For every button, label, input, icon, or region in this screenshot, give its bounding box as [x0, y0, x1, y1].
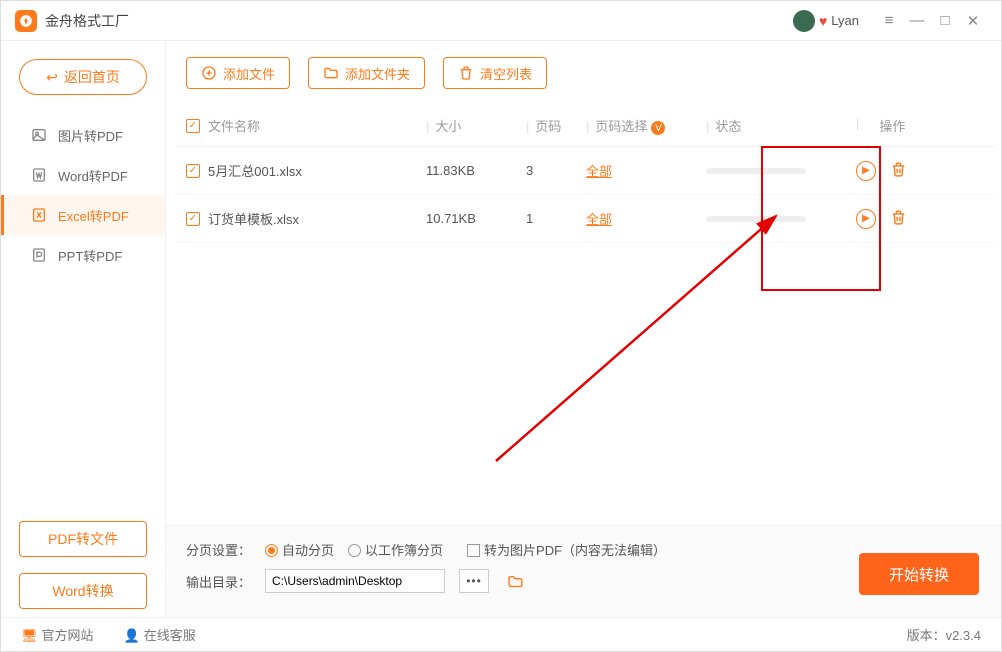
ppt-icon: [30, 247, 48, 263]
page-select-link[interactable]: 全部: [586, 164, 612, 179]
file-table: ✓ 文件名称 |大小 |页码 |页码选择V |状态 |操作 ✓ 5月汇总001.…: [176, 105, 995, 243]
online-service-link[interactable]: 👤 在线客服: [124, 625, 196, 644]
heart-icon: ♥: [819, 13, 827, 29]
app-title: 金舟格式工厂: [45, 11, 129, 31]
radio-workbook-label: 以工作簿分页: [365, 543, 443, 558]
clear-list-button[interactable]: 清空列表: [443, 57, 547, 89]
content: 添加文件 添加文件夹 清空列表 ✓ 文件名称 |大小 |页码 |页码选择V |状…: [166, 41, 1001, 617]
open-folder-button[interactable]: [507, 573, 524, 590]
pdf-to-file-label: PDF转文件: [48, 529, 118, 549]
add-folder-label: 添加文件夹: [345, 64, 410, 83]
back-home-button[interactable]: ↩ 返回首页: [19, 59, 147, 95]
official-site-label: 官方网站: [42, 628, 94, 643]
checkbox-image-pdf[interactable]: 转为图片PDF（内容无法编辑）: [467, 540, 666, 559]
start-convert-button[interactable]: 开始转换: [859, 553, 979, 595]
version-label: 版本：v2.3.4: [907, 625, 981, 644]
browse-button[interactable]: •••: [459, 569, 489, 593]
row-checkbox[interactable]: ✓: [186, 164, 200, 178]
row-checkbox[interactable]: ✓: [186, 212, 200, 226]
table-row: ✓ 5月汇总001.xlsx 11.83KB 3 全部 ▶: [176, 147, 995, 195]
progress-bar: [706, 168, 806, 174]
sidebar-item-label: Word转PDF: [58, 166, 128, 185]
folder-icon: [323, 65, 339, 81]
file-size: 11.83KB: [426, 163, 475, 178]
sidebar-item-label: PPT转PDF: [58, 246, 122, 265]
add-file-button[interactable]: 添加文件: [186, 57, 290, 89]
select-all-checkbox[interactable]: ✓: [186, 119, 200, 133]
statusbar: 🖥 官方网站 👤 在线客服 版本：v2.3.4: [1, 617, 1001, 651]
checkbox-image-pdf-label: 转为图片PDF（内容无法编辑）: [484, 543, 666, 558]
trash-icon: [458, 65, 474, 81]
titlebar: 金舟格式工厂 ♥ Lyan ≡ — □ ✕: [1, 1, 1001, 41]
file-name: 5月汇总001.xlsx: [208, 161, 302, 180]
minimize-button[interactable]: —: [903, 12, 931, 29]
col-ops-header: 操作: [879, 116, 905, 135]
col-size-header: 大小: [435, 119, 461, 134]
radio-workbook-paging[interactable]: 以工作簿分页: [348, 540, 443, 559]
col-pagesel-header: 页码选择: [595, 119, 647, 134]
col-pages-header: 页码: [535, 119, 561, 134]
file-name: 订货单模板.xlsx: [208, 209, 299, 228]
delete-row-button[interactable]: [890, 161, 907, 181]
add-file-label: 添加文件: [223, 64, 275, 83]
col-name-header: 文件名称: [208, 116, 260, 135]
monitor-icon: 🖥: [21, 628, 38, 643]
menu-button[interactable]: ≡: [875, 12, 903, 29]
output-dir-label: 输出目录：: [186, 572, 251, 591]
word-convert-button[interactable]: Word转换: [19, 573, 147, 609]
file-pages: 1: [526, 211, 533, 226]
table-row: ✓ 订货单模板.xlsx 10.71KB 1 全部 ▶: [176, 195, 995, 243]
vip-badge-icon: V: [651, 121, 665, 135]
maximize-button[interactable]: □: [931, 12, 959, 29]
delete-row-button[interactable]: [890, 209, 907, 229]
official-site-link[interactable]: 🖥 官方网站: [21, 625, 94, 644]
word-convert-label: Word转换: [52, 581, 113, 601]
col-status-header: 状态: [715, 119, 741, 134]
headset-icon: 👤: [124, 628, 140, 643]
back-label: 返回首页: [64, 67, 120, 87]
clear-list-label: 清空列表: [480, 64, 532, 83]
add-folder-button[interactable]: 添加文件夹: [308, 57, 425, 89]
page-select-link[interactable]: 全部: [586, 212, 612, 227]
plus-circle-icon: [201, 65, 217, 81]
output-dir-input[interactable]: [265, 569, 445, 593]
online-service-label: 在线客服: [144, 628, 196, 643]
back-arrow-icon: ↩: [46, 69, 58, 86]
sidebar-item-excel-to-pdf[interactable]: Excel转PDF: [1, 195, 165, 235]
word-icon: [30, 167, 48, 183]
file-size: 10.71KB: [426, 211, 476, 226]
play-button[interactable]: ▶: [856, 161, 876, 181]
sidebar-item-word-to-pdf[interactable]: Word转PDF: [1, 155, 165, 195]
paging-label: 分页设置：: [186, 540, 251, 559]
radio-auto-label: 自动分页: [282, 543, 334, 558]
close-button[interactable]: ✕: [959, 12, 987, 30]
pdf-to-file-button[interactable]: PDF转文件: [19, 521, 147, 557]
image-icon: [30, 127, 48, 143]
app-logo-icon: [15, 10, 37, 32]
progress-bar: [706, 216, 806, 222]
username: Lyan: [831, 13, 859, 28]
excel-icon: [30, 207, 48, 223]
user-avatar[interactable]: [793, 10, 815, 32]
sidebar-item-label: 图片转PDF: [58, 126, 123, 145]
sidebar-item-image-to-pdf[interactable]: 图片转PDF: [1, 115, 165, 155]
sidebar-item-ppt-to-pdf[interactable]: PPT转PDF: [1, 235, 165, 275]
sidebar: ↩ 返回首页 图片转PDF Word转PDF Excel转PDF PPT转PDF…: [1, 41, 166, 617]
convert-label: 开始转换: [889, 564, 949, 585]
file-pages: 3: [526, 163, 533, 178]
sidebar-item-label: Excel转PDF: [58, 206, 129, 225]
radio-auto-paging[interactable]: 自动分页: [265, 540, 334, 559]
table-header: ✓ 文件名称 |大小 |页码 |页码选择V |状态 |操作: [176, 105, 995, 147]
play-button[interactable]: ▶: [856, 209, 876, 229]
toolbar: 添加文件 添加文件夹 清空列表: [166, 41, 1001, 97]
